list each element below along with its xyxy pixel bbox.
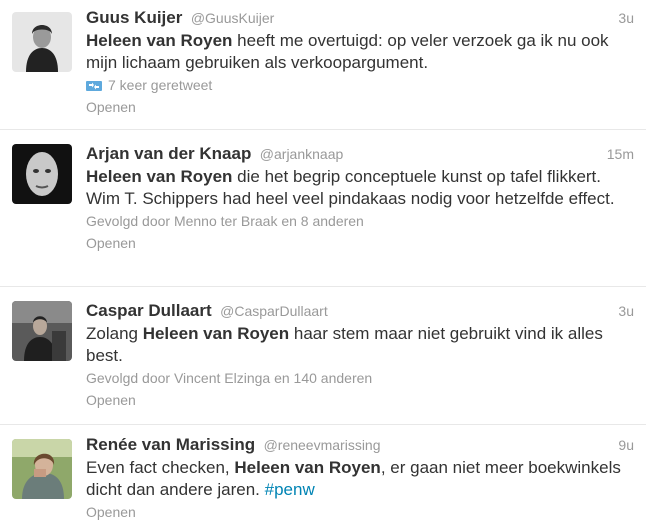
tweet-item[interactable]: Renée van Marissing @reneevmarissing 9u … bbox=[0, 425, 646, 531]
mention-name[interactable]: Heleen van Royen bbox=[143, 324, 289, 343]
tweet-timestamp[interactable]: 9u bbox=[618, 437, 634, 453]
tweet-timestamp[interactable]: 3u bbox=[618, 10, 634, 26]
author-handle[interactable]: @GuusKuijer bbox=[191, 10, 274, 26]
author-name[interactable]: Renée van Marissing bbox=[86, 435, 255, 454]
tweet-timestamp[interactable]: 3u bbox=[618, 303, 634, 319]
avatar[interactable] bbox=[12, 12, 72, 72]
author-handle[interactable]: @arjanknaap bbox=[260, 146, 344, 162]
author-name[interactable]: Arjan van der Knaap bbox=[86, 144, 251, 163]
tweet-timestamp[interactable]: 15m bbox=[607, 146, 634, 162]
open-tweet-link[interactable]: Openen bbox=[86, 501, 634, 523]
tweet-item[interactable]: Arjan van der Knaap @arjanknaap 15m Hele… bbox=[0, 130, 646, 287]
tweet-text: Heleen van Royen heeft me overtuigd: op … bbox=[86, 30, 634, 74]
text-segment: Zolang bbox=[86, 324, 143, 343]
tweet-item[interactable]: Guus Kuijer @GuusKuijer 3u Heleen van Ro… bbox=[0, 0, 646, 130]
retweet-icon bbox=[86, 81, 102, 91]
followed-by-context[interactable]: Gevolgd door Vincent Elzinga en 140 ande… bbox=[86, 367, 634, 389]
open-tweet-link[interactable]: Openen bbox=[86, 96, 634, 118]
retweet-count-label: 7 keer geretweet bbox=[108, 77, 213, 93]
retweet-count[interactable]: 7 keer geretweet bbox=[86, 74, 634, 96]
author-name[interactable]: Guus Kuijer bbox=[86, 8, 182, 27]
tweet-text: Zolang Heleen van Royen haar stem maar n… bbox=[86, 323, 634, 367]
avatar[interactable] bbox=[12, 301, 72, 361]
avatar[interactable] bbox=[12, 439, 72, 499]
avatar[interactable] bbox=[12, 144, 72, 204]
mention-name[interactable]: Heleen van Royen bbox=[86, 167, 232, 186]
author-handle[interactable]: @reneevmarissing bbox=[264, 437, 381, 453]
author-handle[interactable]: @CasparDullaart bbox=[220, 303, 328, 319]
hashtag-link[interactable]: #penw bbox=[265, 480, 315, 499]
open-tweet-link[interactable]: Openen bbox=[86, 232, 634, 254]
tweet-timeline: Guus Kuijer @GuusKuijer 3u Heleen van Ro… bbox=[0, 0, 646, 531]
mention-name[interactable]: Heleen van Royen bbox=[86, 31, 232, 50]
open-tweet-link[interactable]: Openen bbox=[86, 389, 634, 411]
author-name[interactable]: Caspar Dullaart bbox=[86, 301, 212, 320]
mention-name[interactable]: Heleen van Royen bbox=[234, 458, 380, 477]
text-segment: Even fact checken, bbox=[86, 458, 235, 477]
tweet-item[interactable]: Caspar Dullaart @CasparDullaart 3u Zolan… bbox=[0, 287, 646, 425]
followed-by-context[interactable]: Gevolgd door Menno ter Braak en 8 andere… bbox=[86, 210, 634, 232]
tweet-text: Even fact checken, Heleen van Royen, er … bbox=[86, 457, 634, 501]
tweet-text: Heleen van Royen die het begrip conceptu… bbox=[86, 166, 634, 210]
